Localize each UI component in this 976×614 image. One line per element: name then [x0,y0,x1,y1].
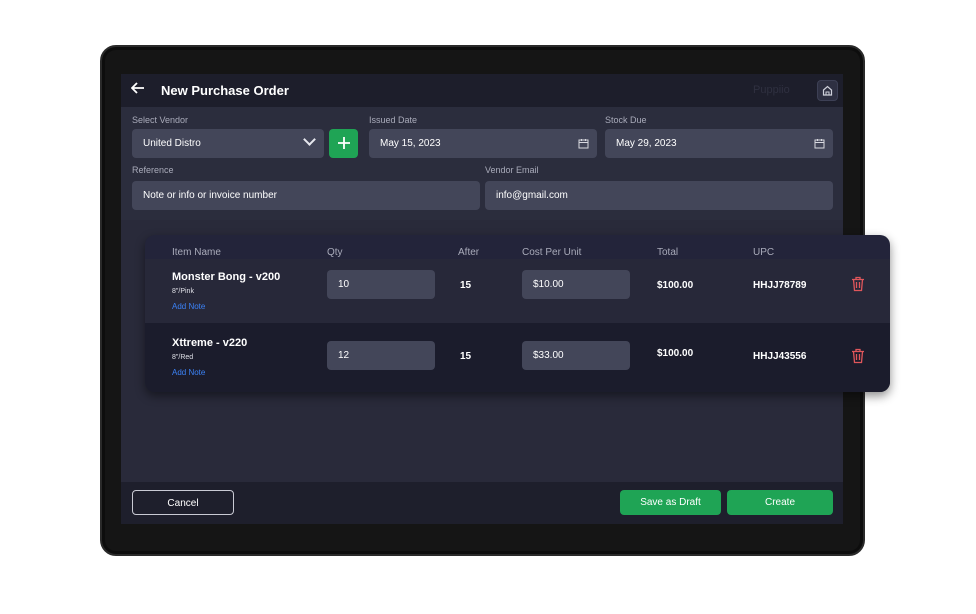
vendor-email-label: Vendor Email [485,165,539,175]
reference-label: Reference [132,165,174,175]
add-vendor-button[interactable] [329,129,358,158]
calendar-icon [814,129,825,158]
after-value: 15 [460,351,472,362]
cost-input[interactable]: $33.00 [522,341,630,370]
issued-date-label: Issued Date [369,115,418,125]
faded-brand-text: Puppiio [753,84,790,96]
stock-due-label: Stock Due [605,115,647,125]
cancel-button[interactable]: Cancel [132,490,234,515]
vendor-email-input[interactable]: info@gmail.com [485,181,833,210]
qty-input[interactable]: 12 [327,341,435,370]
total-value: $100.00 [657,348,694,359]
reference-input[interactable]: Note or info or invoice number [132,181,480,210]
after-value: 15 [460,280,472,291]
save-draft-button[interactable]: Save as Draft [620,490,721,515]
column-header-upc: UPC [753,247,775,258]
column-header-total: Total [657,247,679,258]
column-header-qty: Qty [327,247,343,258]
column-header-cost: Cost Per Unit [522,247,582,258]
upc-value: HHJJ78789 [753,280,807,291]
calendar-icon [578,129,589,158]
item-name: Xttreme - v220 [172,337,248,349]
create-button[interactable]: Create [727,490,833,515]
footer-bar: Cancel Save as Draft Create [121,482,843,524]
total-value: $100.00 [657,280,694,291]
top-bar: New Purchase Order Puppiio [121,74,843,107]
vendor-select[interactable]: United Distro [132,129,324,158]
upc-value: HHJJ43556 [753,351,807,362]
chevron-down-icon [303,133,316,146]
item-name: Monster Bong - v200 [172,271,281,283]
stock-due-field[interactable]: May 29, 2023 [605,129,833,158]
cost-input[interactable]: $10.00 [522,270,630,299]
column-header-item-name: Item Name [172,247,221,258]
order-form: Select Vendor United Distro Issued Date … [121,107,843,220]
item-variant: 8"/Pink [172,288,194,295]
vendor-email-value: info@gmail.com [496,190,568,201]
stock-due-value: May 29, 2023 [616,138,677,149]
arrow-left-icon[interactable] [130,81,151,101]
page-title: New Purchase Order [161,83,289,98]
vendor-label: Select Vendor [132,115,189,125]
column-header-after: After [458,247,480,258]
reference-placeholder: Note or info or invoice number [143,190,277,201]
issued-date-value: May 15, 2023 [380,138,441,149]
qty-input[interactable]: 10 [327,270,435,299]
add-note-link[interactable]: Add Note [172,302,205,311]
vendor-value: United Distro [143,138,201,149]
line-items-card: Item Name Qty After Cost Per Unit Total … [145,235,890,392]
add-note-link[interactable]: Add Note [172,368,205,377]
trash-icon[interactable] [851,348,865,364]
home-icon[interactable] [817,80,838,101]
table-row: Monster Bong - v200 8"/Pink Add Note 10 … [145,259,890,325]
item-variant: 8"/Red [172,354,194,361]
trash-icon[interactable] [851,276,865,292]
table-row: Xttreme - v220 8"/Red Add Note 12 15 $33… [145,323,890,392]
issued-date-field[interactable]: May 15, 2023 [369,129,597,158]
